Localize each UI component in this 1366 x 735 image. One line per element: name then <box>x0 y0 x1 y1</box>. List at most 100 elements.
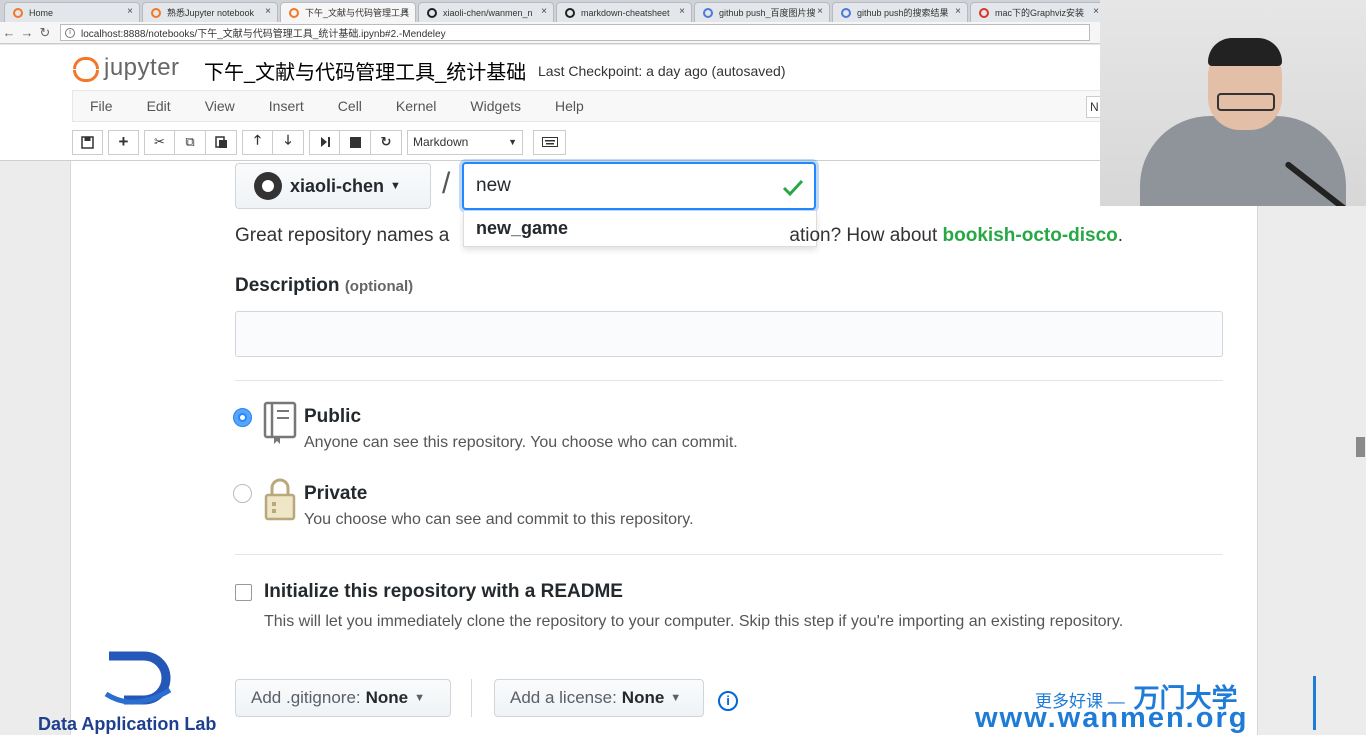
description-input[interactable] <box>235 311 1223 357</box>
scrollbar-thumb[interactable] <box>1356 437 1365 457</box>
gitignore-label: Add .gitignore: <box>251 688 361 707</box>
check-icon <box>782 179 804 197</box>
site-info-icon[interactable]: i <box>65 27 75 38</box>
description-label: Description (optional) <box>235 275 413 297</box>
name-hint: Great repository names a ation? How about… <box>235 225 1124 246</box>
public-radio[interactable] <box>233 408 252 427</box>
divider <box>235 554 1223 555</box>
close-icon[interactable]: × <box>541 6 547 17</box>
browser-tab[interactable]: 下午_文献与代码管理工具 × <box>280 2 416 22</box>
screen: Home × 熟悉Jupyter notebook × 下午_文献与代码管理工具 × xia… <box>0 0 1366 735</box>
owner-name: xiaoli-chen <box>290 175 385 196</box>
promo-bar <box>1313 676 1316 730</box>
menu-cell[interactable]: Cell <box>321 98 379 114</box>
close-icon[interactable]: × <box>955 6 961 17</box>
browser-tab[interactable]: 熟悉Jupyter notebook × <box>142 2 278 22</box>
move-down-icon[interactable]: 🡓 <box>273 129 304 155</box>
jupyter-logo-text: jupyter <box>104 54 180 81</box>
reload-icon[interactable]: ↻ <box>36 25 54 41</box>
license-select[interactable]: Add a license: None ▼ <box>494 679 704 717</box>
tab-title: xiaoli-chen/wanmen_n <box>443 7 533 18</box>
tab-title: Home <box>29 7 54 18</box>
url-input[interactable]: i localhost:8888/notebooks/下午_文献与代码管理工具_… <box>60 24 1090 41</box>
readme-description: This will let you immediately clone the … <box>264 613 1124 630</box>
restart-icon[interactable]: ↻ <box>371 129 402 155</box>
public-title: Public <box>304 406 362 427</box>
owner-select[interactable]: xiaoli-chen ▼ <box>235 163 431 209</box>
close-icon[interactable]: × <box>817 6 823 17</box>
stop-icon[interactable] <box>340 129 371 155</box>
tab-favicon-icon <box>979 8 989 18</box>
name-hint-end: ation? How about <box>789 225 943 246</box>
save-icon[interactable] <box>72 129 103 155</box>
menu-help[interactable]: Help <box>538 98 601 114</box>
tab-favicon-icon <box>151 8 161 18</box>
kernel-indicator[interactable]: N <box>1086 96 1100 118</box>
keyboard-icon[interactable] <box>533 129 566 155</box>
menu-edit[interactable]: Edit <box>130 98 188 114</box>
caret-down-icon: ▼ <box>390 180 401 192</box>
readme-checkbox[interactable] <box>235 584 252 601</box>
tab-title: 熟悉Jupyter notebook <box>167 8 255 18</box>
insert-cell-icon[interactable]: + <box>108 129 139 155</box>
github-new-repo-panel: xiaoli-chen ▼ / new new_game Great repos… <box>70 161 1258 735</box>
presenter-glasses <box>1217 93 1275 111</box>
run-icon[interactable] <box>309 129 340 155</box>
paste-icon[interactable] <box>206 129 237 155</box>
description-optional: (optional) <box>344 278 414 295</box>
info-icon[interactable]: i <box>718 691 738 711</box>
cell-type-select[interactable]: Markdown ▼ <box>407 129 523 155</box>
public-description: Anyone can see this repository. You choo… <box>304 434 738 451</box>
suggested-name-link[interactable]: bookish-octo-disco <box>943 225 1118 246</box>
lock-icon <box>264 478 296 521</box>
browser-tab[interactable]: markdown-cheatsheet × <box>556 2 692 22</box>
private-title: Private <box>304 483 368 504</box>
copy-icon[interactable]: ⧉ <box>175 129 206 155</box>
menu-kernel[interactable]: Kernel <box>379 98 453 114</box>
jupyter-logo-icon <box>72 55 99 82</box>
move-up-icon[interactable]: 🡑 <box>242 129 273 155</box>
menu-file[interactable]: File <box>73 98 130 114</box>
private-radio[interactable] <box>233 484 252 503</box>
jupyter-logo[interactable]: jupyter <box>72 54 180 82</box>
license-label: Add a license: <box>510 688 617 707</box>
browser-tab[interactable]: xiaoli-chen/wanmen_n × <box>418 2 554 22</box>
tab-title: markdown-cheatsheet <box>581 7 670 18</box>
notebook-toolbar: + ✂ ⧉ 🡑 🡓 ↻ Markdown ▼ <box>72 129 566 155</box>
jupyter-header: jupyter 下午_文献与代码管理工具_统计基础 Last Checkpoin… <box>0 45 1100 161</box>
browser-tab[interactable]: mac下的Graphviz安装 × <box>970 2 1106 22</box>
private-description: You choose who can see and commit to thi… <box>304 511 694 528</box>
notebook-title[interactable]: 下午_文献与代码管理工具_统计基础 <box>204 56 526 85</box>
repository-name-value: new <box>476 175 511 196</box>
gitignore-value: None <box>365 688 409 707</box>
repository-name-input[interactable]: new <box>462 162 816 210</box>
browser-tab[interactable]: github push的搜索结果 × <box>832 2 968 22</box>
divider <box>235 380 1223 381</box>
close-icon[interactable]: × <box>127 6 133 17</box>
promo-url: www.wanmen.org <box>975 702 1249 734</box>
browser-tab[interactable]: github push_百度图片搜 × <box>694 2 830 22</box>
tab-favicon-icon <box>427 8 437 18</box>
lab-name: Data Application Lab <box>38 714 217 734</box>
lab-logo-icon <box>104 651 172 705</box>
presenter-hair <box>1208 38 1282 66</box>
close-icon[interactable]: × <box>403 6 409 17</box>
cell-type-value: Markdown <box>413 135 469 149</box>
cut-icon[interactable]: ✂ <box>144 129 175 155</box>
menu-view[interactable]: View <box>188 98 252 114</box>
menu-insert[interactable]: Insert <box>252 98 321 114</box>
tab-favicon-icon <box>565 8 575 18</box>
close-icon[interactable]: × <box>679 6 685 17</box>
close-icon[interactable]: × <box>1093 6 1099 17</box>
menu-widgets[interactable]: Widgets <box>453 98 538 114</box>
browser-tab[interactable]: Home × <box>4 2 140 22</box>
repo-icon <box>263 401 297 444</box>
back-icon[interactable]: ← <box>0 25 18 40</box>
close-icon[interactable]: × <box>265 6 271 17</box>
forward-icon[interactable]: → <box>18 25 36 40</box>
divider <box>471 679 472 717</box>
owner-repo-separator: / <box>442 167 451 200</box>
owner-avatar <box>254 172 282 200</box>
checkpoint-status: Last Checkpoint: a day ago (autosaved) <box>538 63 786 79</box>
gitignore-select[interactable]: Add .gitignore: None ▼ <box>235 679 451 717</box>
